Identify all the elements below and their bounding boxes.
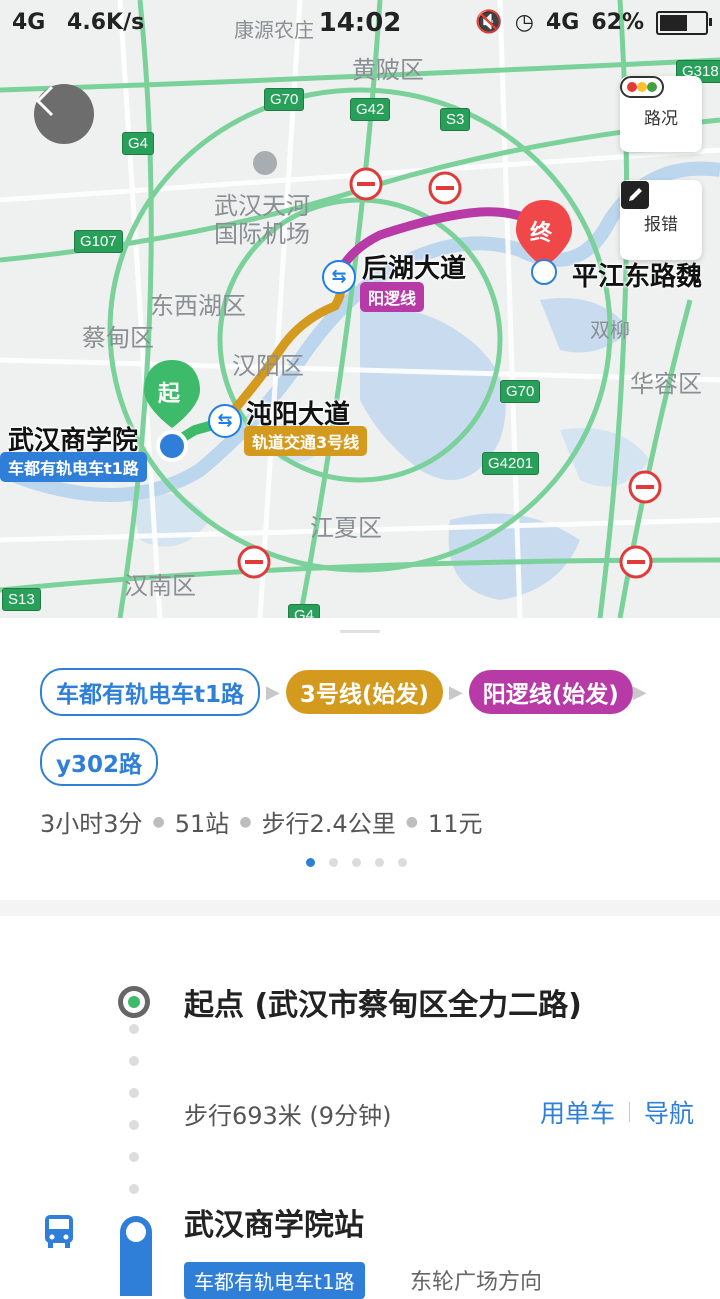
- separator-dot: ●: [405, 813, 418, 830]
- boarding-station[interactable]: 武汉商学院站: [184, 1200, 364, 1244]
- traffic-button-label: 路况: [644, 108, 678, 129]
- summary-stations: 51站: [174, 810, 230, 838]
- separator-dot: ●: [239, 813, 252, 830]
- road-badge-g4201: G4201: [482, 452, 540, 475]
- summary-duration: 3小时3分: [40, 810, 143, 838]
- map-label-airport2: 国际机场: [214, 220, 310, 248]
- road-badge-g42: G42: [350, 98, 391, 121]
- report-button-label: 报错: [644, 214, 678, 235]
- map-label-huarong: 华容区: [630, 370, 702, 398]
- pager-dot[interactable]: [352, 858, 361, 867]
- route-chip-t1: 车都有轨电车t1路: [40, 668, 260, 716]
- route-chip-line3: 3号线(始发): [285, 670, 443, 714]
- map-label-hannan: 汉南区: [124, 572, 196, 600]
- end-marker-label: 终: [530, 221, 553, 246]
- transfer-icon-2: ⇆: [322, 260, 356, 294]
- walk-segment: 步行693米 (9分钟): [184, 1102, 392, 1130]
- road-badge-g4-2: G4: [288, 604, 321, 618]
- report-button[interactable]: 报错: [620, 180, 702, 260]
- road-badge-g70-2: G70: [500, 380, 541, 403]
- signal-indicator: 4G: [545, 10, 580, 35]
- road-badge-s3: S3: [440, 108, 471, 131]
- timeline-dot: [129, 1056, 139, 1066]
- back-arrow-icon: [35, 85, 54, 117]
- map-label-jiangxia: 江夏区: [310, 514, 382, 542]
- bike-button[interactable]: 用单车: [540, 1094, 615, 1130]
- map-transfer2-line: 阳逻线: [360, 282, 425, 312]
- timeline-dot: [129, 1088, 139, 1098]
- pager-dot[interactable]: [375, 858, 384, 867]
- bus-line-chip[interactable]: 车都有轨电车t1路: [184, 1262, 365, 1299]
- battery-percent: 62%: [591, 10, 644, 35]
- section-divider: [0, 900, 720, 916]
- timeline-dot: [129, 1024, 139, 1034]
- navigate-button[interactable]: 导航: [644, 1094, 694, 1130]
- map-label-huangpi: 黄陂区: [352, 56, 424, 84]
- bus-segment-bar: [120, 1216, 152, 1296]
- summary-price: 11元: [427, 810, 483, 838]
- start-point-title: 起点 (武汉市蔡甸区全力二路): [184, 988, 582, 1023]
- chevron-right-icon: ▶: [266, 681, 280, 703]
- route-pager[interactable]: [306, 858, 407, 867]
- bus-icon: [45, 1215, 73, 1248]
- route-map[interactable]: 黄陂区 武汉天河 国际机场 东西湖区 蔡甸区 汉阳区 江夏区 汉南区 华容区 双…: [0, 0, 720, 618]
- traffic-button[interactable]: 路况: [620, 76, 702, 152]
- map-transfer1-line: 轨道交通3号线: [244, 426, 368, 456]
- back-button[interactable]: [34, 84, 94, 144]
- summary-walk: 步行2.4公里: [261, 810, 396, 838]
- timeline-dot: [129, 1152, 139, 1162]
- pager-dot[interactable]: [398, 858, 407, 867]
- route-chip-yangluo: 阳逻线(始发): [468, 670, 633, 714]
- map-label-hanyang: 汉阳区: [232, 352, 304, 380]
- start-point-icon: [118, 986, 150, 1018]
- bus-direction: 东轮广场方向: [410, 1270, 543, 1295]
- map-transfer2-stop: 后湖大道: [362, 254, 467, 284]
- transfer-icon-1: ⇆: [208, 404, 242, 438]
- route-chip-list[interactable]: 车都有轨电车t1路 ▶ 3号线(始发) ▶ 阳逻线(始发) ▶ y302路: [40, 668, 700, 786]
- map-label-dongxihu: 东西湖区: [150, 292, 246, 320]
- battery-icon: [656, 10, 712, 35]
- alarm-icon: ◷: [514, 10, 534, 35]
- road-badge-g4: G4: [122, 132, 155, 155]
- walk-actions: 用单车 导航: [540, 1094, 694, 1130]
- separator-dot: ●: [152, 813, 165, 830]
- status-right: 🔇 ◷ 4G 62%: [475, 10, 712, 35]
- edit-icon: [621, 181, 649, 209]
- route-panel: 车都有轨电车t1路 ▶ 3号线(始发) ▶ 阳逻线(始发) ▶ y302路 3小…: [0, 618, 720, 1299]
- map-label-shuangliu: 双柳: [590, 318, 630, 342]
- mute-icon: 🔇: [475, 10, 503, 35]
- traffic-light-icon: [620, 76, 664, 98]
- timeline-dot: [129, 1184, 139, 1194]
- road-badge-g70: G70: [264, 88, 305, 111]
- pager-dot[interactable]: [329, 858, 338, 867]
- status-bar: 4G 4.6K/s 14:02 🔇 ◷ 4G 62%: [0, 0, 720, 48]
- map-start-line: 车都有轨电车t1路: [0, 452, 147, 482]
- road-badge-g107: G107: [74, 230, 123, 253]
- chevron-right-icon: ▶: [448, 681, 463, 703]
- action-separator: [628, 1102, 630, 1122]
- pager-dot[interactable]: [306, 858, 315, 867]
- chevron-right-icon: ▶: [632, 681, 647, 703]
- map-end-stop: 平江东路魏: [572, 262, 703, 292]
- route-summary: 3小时3分 ● 51站 ● 步行2.4公里 ● 11元: [40, 804, 482, 839]
- road-badge-s13: S13: [2, 588, 41, 611]
- timeline-dot: [129, 1120, 139, 1130]
- map-label-caidian: 蔡甸区: [82, 324, 154, 352]
- route-chip-y302: y302路: [40, 738, 159, 786]
- drag-handle[interactable]: [340, 630, 380, 633]
- start-marker-label: 起: [158, 382, 181, 407]
